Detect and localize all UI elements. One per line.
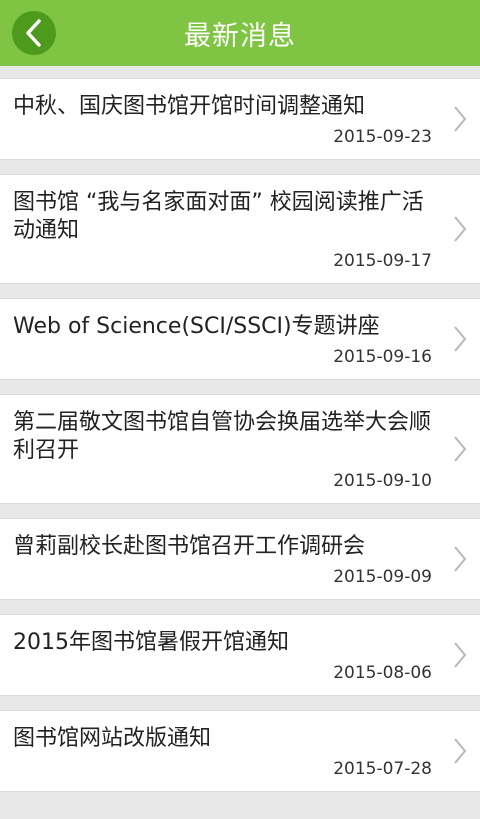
page-title: 最新消息: [184, 20, 296, 52]
news-title: 图书馆网站改版通知: [13, 726, 212, 751]
news-date: 2015-09-17: [333, 251, 432, 271]
news-title: 第二届敬文图书馆自管协会换届选举大会顺利召开: [13, 410, 432, 463]
news-title: 图书馆 “我与名家面对面” 校园阅读推广活动通知: [13, 190, 424, 243]
news-item[interactable]: 中秋、国庆图书馆开馆时间调整通知 2015-09-23: [0, 78, 480, 160]
chevron-right-icon: [454, 326, 467, 352]
news-item[interactable]: Web of Science(SCI/SSCI)专题讲座 2015-09-16: [0, 298, 480, 380]
news-title: 中秋、国庆图书馆开馆时间调整通知: [13, 94, 366, 119]
news-item[interactable]: 2015年图书馆暑假开馆通知 2015-08-06: [0, 614, 480, 696]
chevron-right-icon: [454, 546, 467, 572]
news-list: 中秋、国庆图书馆开馆时间调整通知 2015-09-23 图书馆 “我与名家面对面…: [0, 78, 480, 792]
news-item[interactable]: 曾莉副校长赴图书馆召开工作调研会 2015-09-09: [0, 518, 480, 600]
news-date: 2015-08-06: [333, 663, 432, 683]
chevron-right-icon: [454, 642, 467, 668]
news-date: 2015-09-09: [333, 567, 432, 587]
chevron-right-icon: [454, 216, 467, 242]
news-item[interactable]: 图书馆网站改版通知 2015-07-28: [0, 710, 480, 792]
chevron-right-icon: [454, 436, 467, 462]
news-date: 2015-09-16: [333, 347, 432, 367]
news-date: 2015-09-23: [333, 127, 432, 147]
news-item[interactable]: 第二届敬文图书馆自管协会换届选举大会顺利召开 2015-09-10: [0, 394, 480, 504]
news-title: 2015年图书馆暑假开馆通知: [13, 630, 289, 655]
chevron-right-icon: [454, 106, 467, 132]
chevron-left-icon: [26, 19, 41, 47]
news-title: 曾莉副校长赴图书馆召开工作调研会: [13, 534, 366, 559]
news-date: 2015-07-28: [333, 759, 432, 779]
chevron-right-icon: [454, 738, 467, 764]
news-title: Web of Science(SCI/SSCI)专题讲座: [13, 314, 380, 339]
app-header: 最新消息: [0, 0, 480, 66]
back-button[interactable]: [12, 11, 56, 55]
news-item[interactable]: 图书馆 “我与名家面对面” 校园阅读推广活动通知 2015-09-17: [0, 174, 480, 284]
news-date: 2015-09-10: [333, 471, 432, 491]
